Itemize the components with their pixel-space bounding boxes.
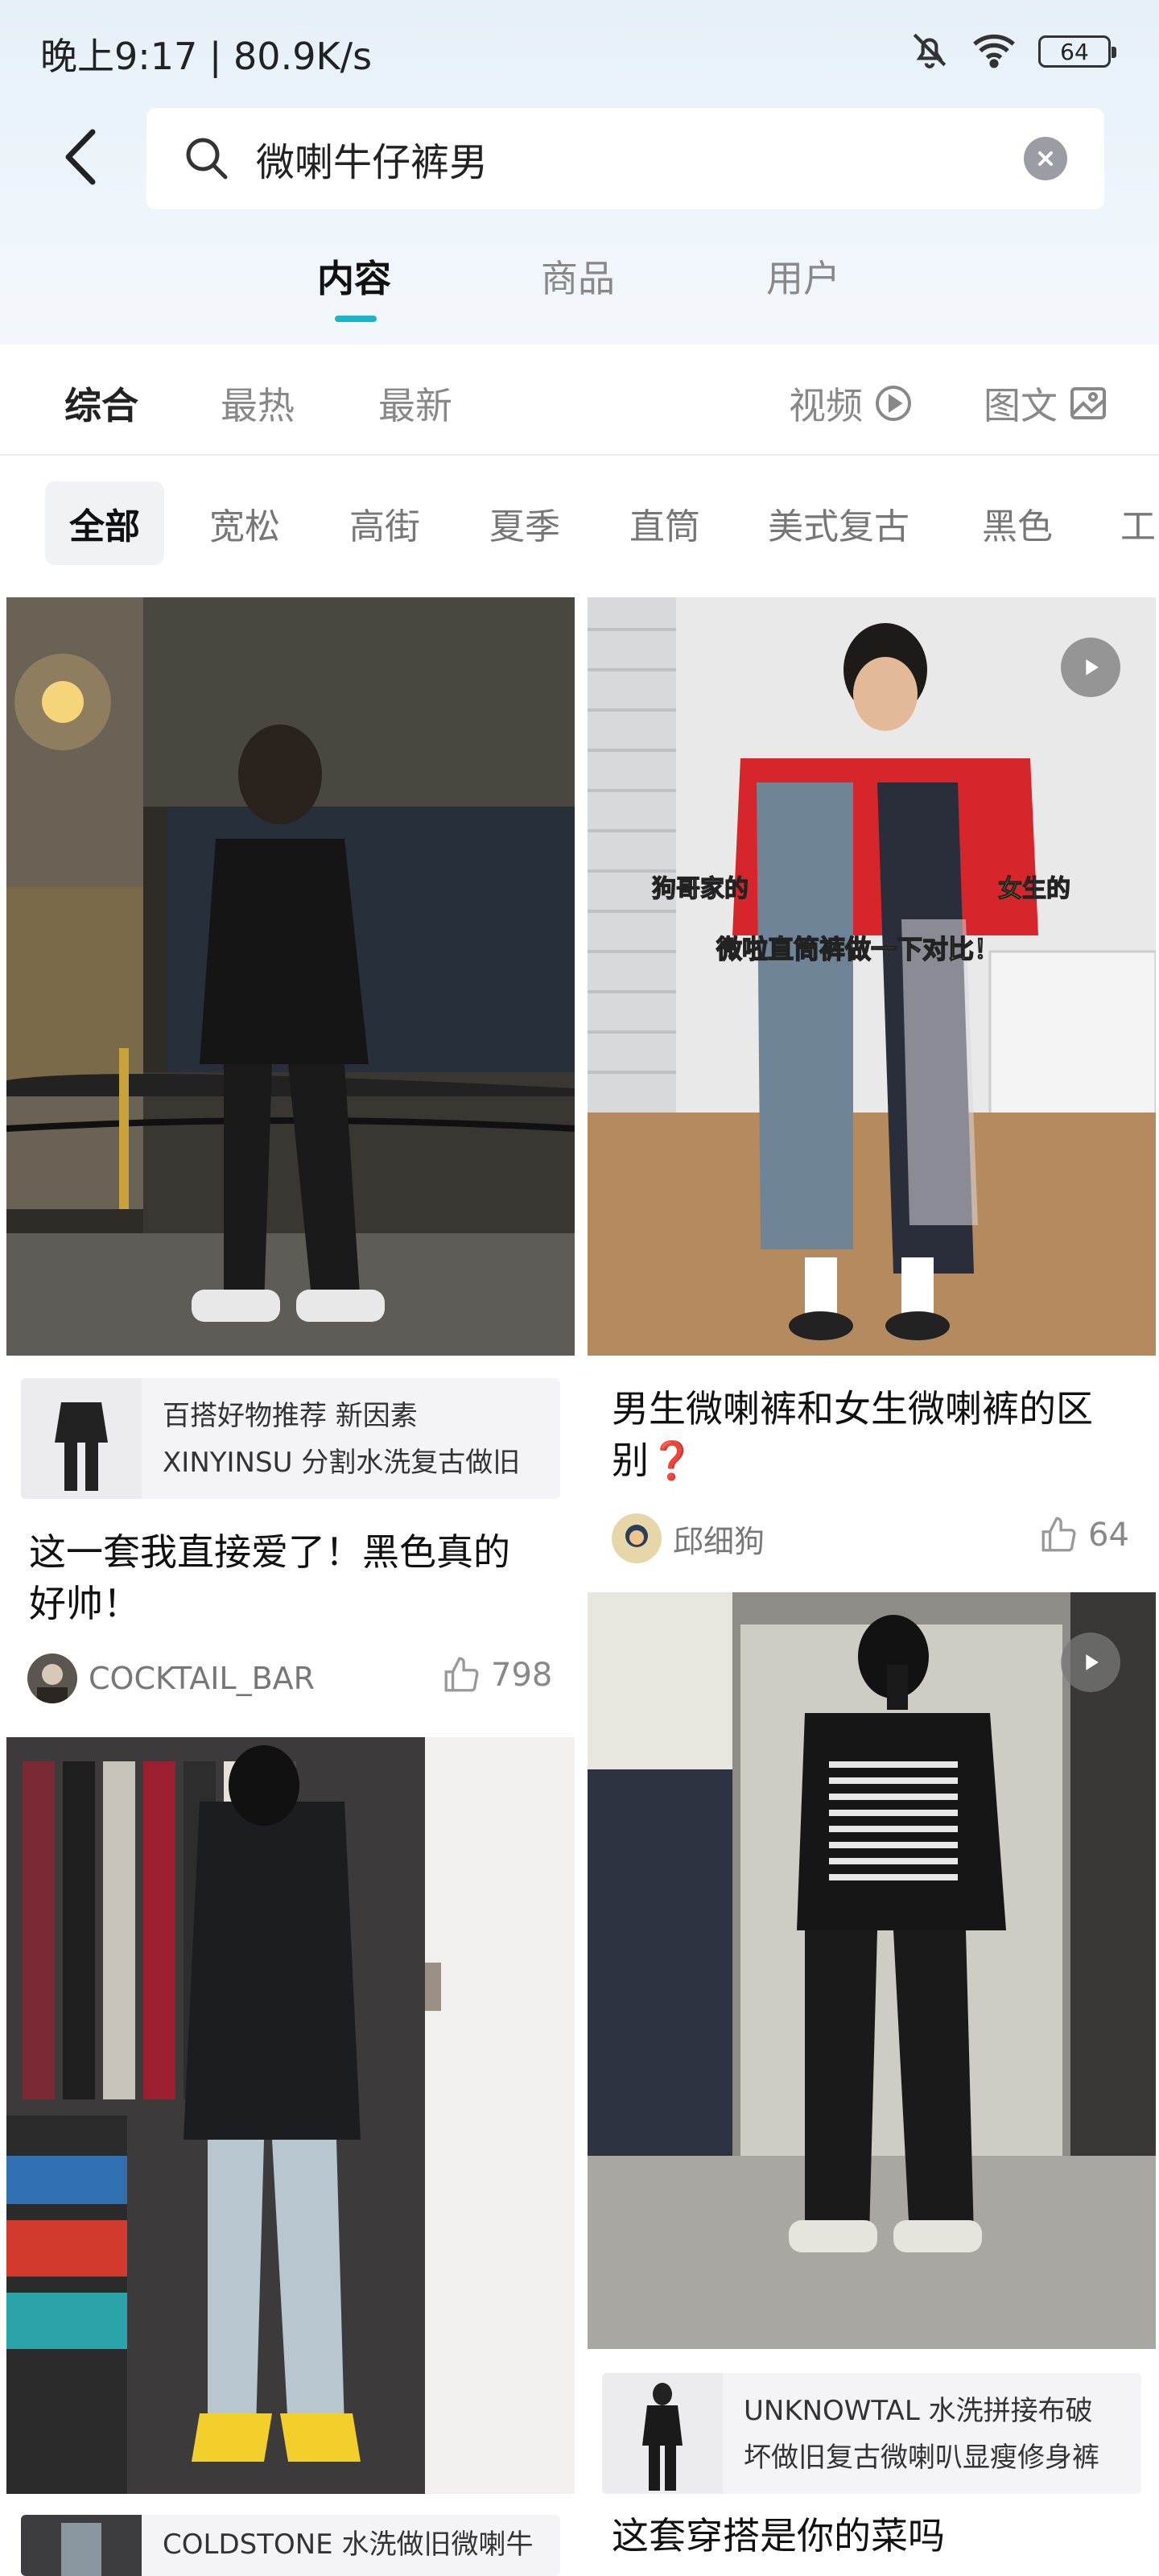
- card-1-product[interactable]: 百搭好物推荐 新因素 XINYINSU 分割水洗复古做旧: [21, 1378, 560, 1499]
- card-2-photo[interactable]: 狗哥家的 女生的 微啦直筒裤做一下对比！: [588, 597, 1156, 1356]
- chip-straight[interactable]: 直筒: [605, 481, 724, 565]
- card-2-like-button[interactable]: 64: [1038, 1515, 1129, 1555]
- feed-card-1[interactable]: 百搭好物推荐 新因素 XINYINSU 分割水洗复古做旧 这一套我直接爱了！黑色…: [6, 597, 575, 1724]
- card-1-product-thumb: [21, 1378, 142, 1499]
- card-1-product-line1: 百搭好物推荐 新因素: [163, 1400, 418, 1432]
- play-circle-icon: [876, 386, 911, 421]
- back-button[interactable]: [48, 121, 113, 193]
- avatar: [612, 1513, 662, 1563]
- tab-active-indicator: [335, 316, 377, 322]
- filter-chips: 全部 宽松 高街 夏季 直筒 美式复古 黑色 工: [0, 456, 1159, 588]
- card-3-product-line1: COLDSTONE 水洗做旧微喇牛: [163, 2529, 534, 2561]
- bell-muted-icon: [909, 30, 950, 73]
- card-2-title: 男生微喇裤和女生微喇裤的区 别❓: [612, 1383, 1143, 1486]
- card-1-product-line2: XINYINSU 分割水洗复古做旧: [163, 1447, 521, 1479]
- chip-high-street[interactable]: 高街: [325, 481, 444, 565]
- card-1-product-text: 百搭好物推荐 新因素 XINYINSU 分割水洗复古做旧: [163, 1393, 549, 1486]
- filter-image-text-label: 图文: [984, 384, 1058, 427]
- card-2-author[interactable]: 邱细狗: [612, 1513, 765, 1563]
- back-arrow-icon: [65, 129, 96, 185]
- sort-hottest[interactable]: 最热: [221, 377, 295, 430]
- battery-level: 64: [1060, 38, 1089, 65]
- search-icon: [179, 130, 235, 187]
- filter-image-text[interactable]: 图文: [984, 377, 1107, 430]
- card-4-title-line1: 这套穿搭是你的菜吗: [612, 2514, 945, 2557]
- chip-more[interactable]: 工: [1096, 481, 1159, 565]
- card-4-photo[interactable]: [588, 1592, 1156, 2349]
- clear-icon[interactable]: [1024, 137, 1067, 180]
- tab-products[interactable]: 商品: [541, 250, 615, 303]
- tab-content[interactable]: 内容: [317, 250, 391, 303]
- sort-bar: 综合 最热 最新 视频 图文: [0, 345, 1159, 456]
- image-icon: [1070, 387, 1106, 419]
- card-1-title-line1: 这一套我直接爱了！黑色真的: [29, 1530, 510, 1574]
- card-1-likes: 798: [491, 1657, 553, 1694]
- thumbs-up-icon: [1041, 1517, 1076, 1552]
- card-2-author-name: 邱细狗: [673, 1523, 765, 1559]
- card-2-overlay-left: 狗哥家的: [652, 875, 749, 903]
- card-4-product-line1: UNKNOWTAL 水洗拼接布破: [744, 2395, 1093, 2427]
- card-4-product-thumb: [602, 2373, 723, 2494]
- wifi-icon: [971, 30, 1017, 73]
- chip-loose[interactable]: 宽松: [185, 481, 304, 565]
- feed-card-3[interactable]: COLDSTONE 水洗做旧微喇牛: [6, 1737, 575, 2576]
- chip-summer[interactable]: 夏季: [465, 481, 584, 565]
- card-1-author[interactable]: COCKTAIL_BAR: [27, 1653, 315, 1703]
- card-3-product-thumb: [21, 2515, 142, 2576]
- main-tabs: 内容 商品 用户: [0, 242, 1159, 330]
- status-time-speed: 晚上9:17 | 80.9K/s: [40, 35, 373, 78]
- avatar: [27, 1653, 77, 1703]
- card-4-product-line2: 坏做旧复古微喇叭显瘦修身裤: [744, 2442, 1099, 2474]
- status-bar: 晚上9:17 | 80.9K/s 64: [0, 0, 1159, 105]
- filter-video-label: 视频: [789, 384, 863, 427]
- filter-video[interactable]: 视频: [789, 377, 913, 430]
- chip-black[interactable]: 黑色: [958, 481, 1077, 565]
- card-1-author-name: COCKTAIL_BAR: [89, 1661, 316, 1696]
- card-4-product[interactable]: UNKNOWTAL 水洗拼接布破 坏做旧复古微喇叭显瘦修身裤: [602, 2373, 1141, 2494]
- tab-users[interactable]: 用户: [766, 250, 840, 303]
- feed-card-4[interactable]: UNKNOWTAL 水洗拼接布破 坏做旧复古微喇叭显瘦修身裤 这套穿搭是你的菜吗: [588, 1592, 1156, 2576]
- chip-all[interactable]: 全部: [45, 481, 164, 565]
- status-icons: 64: [909, 29, 1116, 74]
- card-1-like-button[interactable]: 798: [441, 1655, 552, 1695]
- card-3-photo[interactable]: [6, 1737, 575, 2494]
- card-2-title-line2: 别❓: [612, 1439, 695, 1482]
- sort-comprehensive[interactable]: 综合: [64, 377, 138, 430]
- search-query: 微喇牛仔裤男: [256, 140, 489, 185]
- card-2-overlay-right: 女生的: [998, 875, 1070, 903]
- card-1-title: 这一套我直接爱了！黑色真的 好帅！: [29, 1526, 560, 1629]
- chip-american-vintage[interactable]: 美式复古: [744, 481, 934, 565]
- sort-newest[interactable]: 最新: [378, 377, 452, 430]
- search-input[interactable]: 微喇牛仔裤男: [146, 108, 1104, 209]
- card-4-product-text: UNKNOWTAL 水洗拼接布破 坏做旧复古微喇叭显瘦修身裤: [744, 2388, 1130, 2481]
- card-3-product[interactable]: COLDSTONE 水洗做旧微喇牛: [21, 2515, 560, 2576]
- card-2-title-line1: 男生微喇裤和女生微喇裤的区: [612, 1387, 1093, 1430]
- card-2-overlay-center: 微啦直筒裤做一下对比！: [716, 934, 1000, 964]
- card-2-likes: 64: [1088, 1517, 1129, 1554]
- thumbs-up-icon: [444, 1657, 479, 1692]
- card-1-title-line2: 好帅！: [29, 1582, 140, 1625]
- feed-card-2[interactable]: 狗哥家的 女生的 微啦直筒裤做一下对比！ 男生微喇裤和女生微喇裤的区 别❓ 邱细…: [588, 597, 1156, 1563]
- card-1-photo[interactable]: [6, 597, 575, 1356]
- card-4-title: 这套穿搭是你的菜吗: [612, 2510, 1143, 2562]
- battery-icon: 64: [1038, 35, 1116, 68]
- card-3-product-text: COLDSTONE 水洗做旧微喇牛: [163, 2521, 549, 2568]
- play-icon: [1061, 1633, 1120, 1692]
- play-icon: [1061, 638, 1120, 697]
